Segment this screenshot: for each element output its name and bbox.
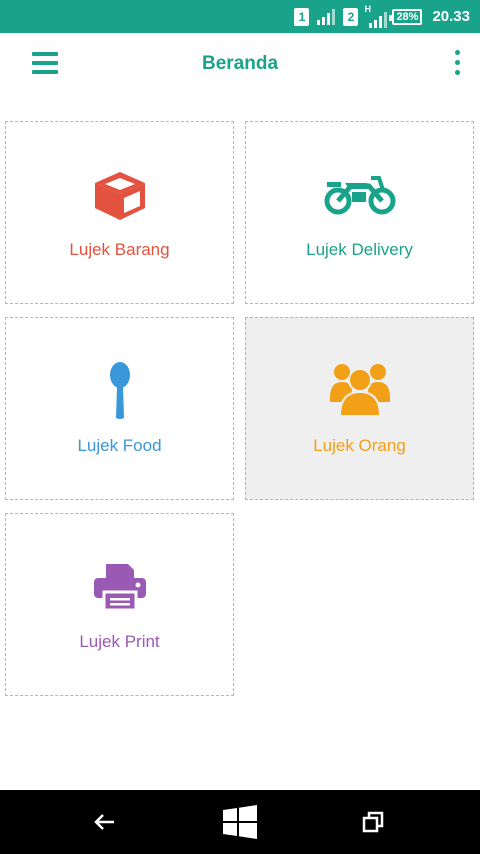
service-label: Lujek Delivery: [306, 240, 413, 259]
status-time: 20.33: [432, 8, 470, 25]
status-bar: 1 2 H 28% 20.33: [0, 0, 480, 33]
more-vertical-icon[interactable]: [450, 50, 464, 76]
service-card-lujek-orang[interactable]: Lujek Orang: [245, 317, 474, 500]
service-card-lujek-delivery[interactable]: Lujek Delivery: [245, 121, 474, 304]
status-icons: 1 2 H 28% 20.33: [294, 0, 470, 33]
sim2-indicator: 2: [343, 7, 359, 26]
system-nav-bar: [0, 790, 480, 854]
app-bar: Beranda: [0, 33, 480, 95]
signal-strength-icon: [369, 11, 388, 28]
recent-apps-icon[interactable]: [333, 790, 413, 854]
service-label: Lujek Print: [79, 632, 160, 651]
printer-icon: [93, 564, 146, 610]
network-indicator: H: [364, 4, 388, 28]
spoon-icon: [109, 362, 130, 419]
battery-level: 28%: [396, 10, 419, 23]
motorcycle-icon: [324, 176, 395, 215]
people-group-icon: [329, 364, 390, 417]
battery-icon: 28%: [389, 8, 423, 25]
windows-logo-icon[interactable]: [200, 790, 280, 854]
service-label: Lujek Orang: [313, 436, 406, 455]
service-label: Lujek Barang: [69, 240, 170, 259]
box-icon: [94, 172, 145, 220]
back-arrow-icon[interactable]: [65, 790, 145, 854]
page-title: Beranda: [201, 53, 279, 74]
service-card-lujek-barang[interactable]: Lujek Barang: [5, 121, 234, 304]
service-card-lujek-print[interactable]: Lujek Print: [5, 513, 234, 696]
sim1-indicator: 1: [294, 7, 310, 26]
service-card-lujek-food[interactable]: Lujek Food: [5, 317, 234, 500]
service-label: Lujek Food: [77, 436, 162, 455]
signal-strength-icon: [317, 8, 336, 25]
